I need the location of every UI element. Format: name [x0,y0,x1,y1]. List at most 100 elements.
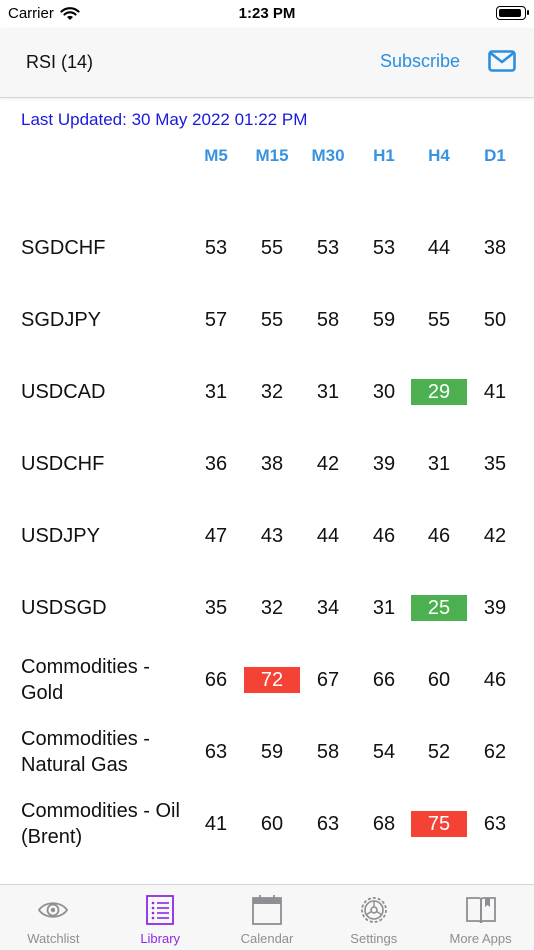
rsi-value-cell: 41 [483,381,507,403]
book-icon [465,897,496,924]
last-updated-label: Last Updated: 30 May 2022 01:22 PM [21,110,308,129]
table-row[interactable]: Commodities - Natural Gas 63 59 58 54 52 62 [0,716,534,788]
table-row[interactable]: SGDJPY 57 55 58 59 55 50 [0,284,534,356]
rsi-value-cell: 36 [204,453,228,475]
rsi-value-cell: 35 [204,597,228,619]
rsi-value-cell: 68 [372,813,396,835]
rsi-value-cell: 60 [427,669,451,691]
rsi-value-cell: 31 [204,381,228,403]
rsi-value-cell: 30 [372,381,396,403]
row-symbol-name: USDCHF [21,453,105,475]
rsi-value-cell: 47 [204,525,228,547]
rsi-value-cell: 63 [316,813,340,835]
tab-bar: Watchlist Library Calendar Settings More… [0,884,534,950]
column-header-h1: H1 [373,146,395,165]
rsi-value-cell: 58 [316,741,340,763]
table-row[interactable]: Commodities [0,860,534,884]
eye-icon [38,902,69,918]
rsi-value-cell: 31 [372,597,396,619]
rsi-value-cell: 35 [483,453,507,475]
status-bar: Carrier 1:23 PM [0,0,534,28]
tab-label: Calendar [240,931,294,946]
tab-library[interactable]: Library [107,885,214,950]
page-title: RSI (14) [26,52,94,72]
tab-label: Settings [350,931,398,946]
rsi-value-cell: 55 [427,309,451,331]
rsi-value-cell: 39 [483,597,507,619]
table-row[interactable]: USDCHF 36 38 42 39 31 35 [0,428,534,500]
rsi-value-cell: 59 [260,741,284,763]
rsi-value-cell: 32 [260,597,284,619]
rsi-value-cell: 54 [372,741,396,763]
rsi-value-cell: 50 [483,309,507,331]
table-row[interactable]: USDSGD 35 32 34 31 25 39 [0,572,534,644]
rsi-value-cell: 67 [316,669,340,691]
rsi-value-cell: 42 [316,453,340,475]
rsi-value-cell: 53 [204,237,228,259]
mail-icon[interactable] [488,50,516,72]
column-header-d1: D1 [484,146,506,165]
rsi-value-cell: 31 [427,453,451,475]
rsi-value-cell: 75 [411,811,467,837]
rsi-value-cell: 44 [427,237,451,259]
rsi-value-cell: 43 [260,525,284,547]
rsi-value-cell: 44 [316,525,340,547]
column-header-m5: M5 [204,146,228,165]
rsi-value-cell: 55 [260,309,284,331]
status-time: 1:23 PM [238,5,296,22]
row-symbol-name: Commodities - Gold [21,656,150,704]
rsi-value-cell: 34 [316,597,340,619]
rsi-value-cell: 55 [260,237,284,259]
row-symbol-name: SGDJPY [21,309,102,331]
rsi-value-cell: 59 [372,309,396,331]
row-symbol-name: Commodities - Oil (Brent) [21,800,180,848]
tab-calendar[interactable]: Calendar [214,885,321,950]
column-header-m15: M15 [255,146,289,165]
rsi-value-cell: 42 [483,525,507,547]
tab-more-apps[interactable]: More Apps [427,885,534,950]
rsi-value-cell: 39 [372,453,396,475]
rsi-value-cell: 63 [483,813,507,835]
table-row[interactable]: Commodities - Oil (Brent) 41 60 63 68 75 63 [0,788,534,860]
rsi-value-cell: 46 [372,525,396,547]
rsi-value-cell: 53 [372,237,396,259]
tab-watchlist[interactable]: Watchlist [0,885,107,950]
list-icon [146,895,175,925]
rsi-value-cell: 53 [316,237,340,259]
battery-icon [496,6,529,20]
rsi-value-cell: 66 [372,669,396,691]
rsi-value-cell: 72 [244,667,300,693]
rsi-value-cell: 58 [316,309,340,331]
tab-label: Library [140,931,181,946]
column-header-row: M5 M15 M30 H1 H4 D1 [0,146,534,168]
rsi-value-cell: 25 [411,595,467,621]
table-row[interactable]: USDJPY 47 43 44 46 46 42 [0,500,534,572]
table-row[interactable]: SGDCHF 53 55 53 53 44 38 [0,212,534,284]
rsi-value-cell: 57 [204,309,228,331]
rsi-value-cell: 31 [316,381,340,403]
row-symbol-name: USDSGD [21,597,107,619]
gear-icon [360,897,387,923]
rsi-table[interactable]: SGDCHF 53 55 53 53 44 38 SGDJPY 57 55 58 59 55 50 USDC… [0,212,534,884]
column-header-m30: M30 [311,146,345,165]
rsi-value-cell: 38 [483,237,507,259]
tab-label: Watchlist [27,931,80,946]
subscribe-button[interactable]: Subscribe [380,51,460,72]
tab-settings[interactable]: Settings [320,885,427,950]
row-symbol-name: SGDCHF [21,237,106,259]
nav-header: RSI (14) Subscribe [0,28,534,98]
rsi-value-cell: 66 [204,669,228,691]
table-row[interactable]: Commodities - Gold 66 72 67 66 60 46 [0,644,534,716]
rsi-value-cell: 60 [260,813,284,835]
row-symbol-name: Commodities - Natural Gas [21,728,150,776]
table-row[interactable]: USDCAD 31 32 31 30 29 41 [0,356,534,428]
rsi-value-cell: 52 [427,741,451,763]
rsi-value-cell: 46 [483,669,507,691]
rsi-value-cell: 38 [260,453,284,475]
calendar-icon [252,895,282,925]
row-symbol-name: USDJPY [21,525,100,547]
column-header-h4: H4 [428,146,450,165]
rsi-value-cell: 62 [483,741,507,763]
rsi-value-cell: 29 [411,379,467,405]
tab-label: More Apps [449,931,512,946]
